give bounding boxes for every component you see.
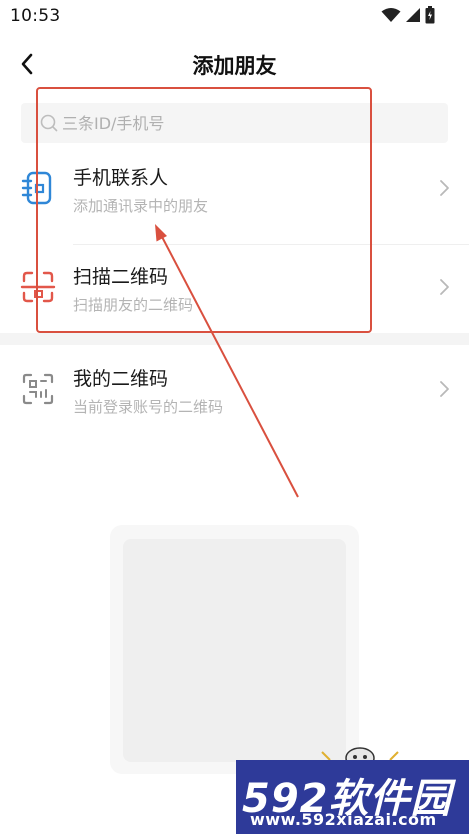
watermark-logo: 592软件园 www.592xiazai.com xyxy=(236,760,469,834)
qr-placeholder xyxy=(123,539,346,762)
qr-placeholder-card xyxy=(110,525,359,774)
watermark-url: www.592xiazai.com xyxy=(250,810,437,829)
